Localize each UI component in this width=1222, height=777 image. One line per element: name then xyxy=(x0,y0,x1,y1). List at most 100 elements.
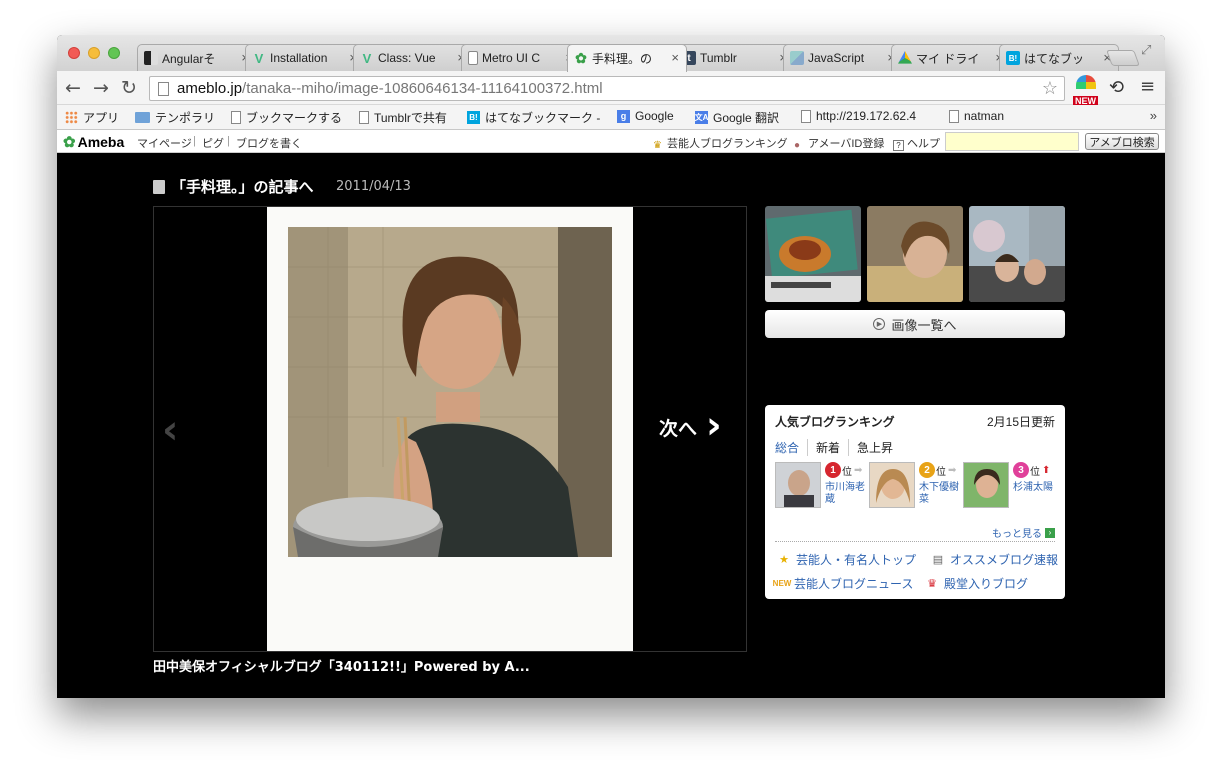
address-bar[interactable]: ameblo.jp/tanaka--miho/image-10860646134… xyxy=(149,76,1065,101)
drive-icon xyxy=(898,51,912,64)
woman-cooking-photo xyxy=(288,227,612,557)
tab-strip: Angularそ × V Installation × V Class: Vue… xyxy=(57,35,1165,72)
ranking-entry-2[interactable]: 2 位 ➡ 木下優樹菜 xyxy=(869,462,961,510)
divider xyxy=(775,541,1055,542)
image-viewer: ‹ 次へ › xyxy=(153,206,747,652)
close-icon[interactable]: × xyxy=(671,50,679,65)
translate-icon: 文A xyxy=(694,111,709,124)
tab-label: Class: Vue xyxy=(378,51,436,65)
bookmark-apps[interactable]: アプリ xyxy=(65,109,119,126)
next-arrow-icon[interactable]: › xyxy=(706,403,722,447)
bookmark-natman[interactable]: natman xyxy=(949,109,1004,123)
bookmark-ip-address[interactable]: http://219.172.62.4 xyxy=(801,109,916,123)
celebrity-top-link[interactable]: ★ 芸能人・有名人トップ xyxy=(777,551,916,568)
image-list-button[interactable]: ▶ 画像一覧へ xyxy=(765,310,1065,338)
previous-arrow-icon[interactable]: ‹ xyxy=(162,407,178,453)
tab-class-vue[interactable]: V Class: Vue × xyxy=(353,44,473,71)
bookmark-star-icon[interactable]: ☆ xyxy=(1042,78,1058,99)
zoom-window-button[interactable] xyxy=(108,47,120,59)
tab-javascript[interactable]: JavaScript × xyxy=(783,44,903,71)
fullscreen-icon[interactable]: ⤢ xyxy=(1141,43,1151,58)
ameba-logo[interactable]: ✿ Ameba xyxy=(63,133,124,151)
vue-icon: V xyxy=(362,50,372,66)
recommended-blog-link[interactable]: ▤ オススメブログ速報 xyxy=(931,551,1058,568)
trend-flat-icon: ➡ xyxy=(948,464,957,476)
help-label: ヘルプ xyxy=(907,138,940,150)
ameblo-search-button[interactable]: アメブロ検索 xyxy=(1085,133,1159,150)
bookmark-hatena[interactable]: B! はてなブックマーク - xyxy=(467,109,600,126)
folder-icon xyxy=(135,112,150,123)
main-photo[interactable] xyxy=(288,227,612,557)
tab-te-ryouri[interactable]: ✿ 手料理。の × xyxy=(567,44,687,72)
tab-my-drive[interactable]: マイ ドライ × xyxy=(891,44,1011,71)
bookmark-google-translate[interactable]: 文A Google 翻訳 xyxy=(695,109,779,126)
celebrity-ranking-link[interactable]: ♛ 芸能人ブログランキング xyxy=(653,135,788,151)
register-link[interactable]: ● アメーバID登録 xyxy=(794,135,884,151)
tab-overall[interactable]: 総合 xyxy=(775,439,809,456)
tab-label: JavaScript xyxy=(808,51,865,65)
mypage-link[interactable]: マイページ xyxy=(137,135,192,151)
ameba-logo-text: Ameba xyxy=(77,134,125,150)
tab-label: Angularそ xyxy=(162,51,216,66)
pigg-link[interactable]: ピグ xyxy=(202,135,224,151)
avatar xyxy=(963,462,1009,508)
star-icon: ★ xyxy=(779,554,789,566)
bookmark-tumblr-share[interactable]: Tumblrで共有 xyxy=(359,109,447,126)
next-label[interactable]: 次へ xyxy=(659,414,697,441)
thumbnail-3[interactable] xyxy=(969,206,1065,302)
thumbnail-1[interactable] xyxy=(765,206,861,302)
reload-icon[interactable]: ↻ xyxy=(121,77,137,99)
ranking-entry-3[interactable]: 3 位 ⬆ 杉浦太陽 xyxy=(963,462,1055,510)
trend-flat-icon: ➡ xyxy=(854,464,863,476)
article-date: 2011/04/13 xyxy=(336,179,411,194)
tab-rising[interactable]: 急上昇 xyxy=(857,439,901,456)
tab-label: マイ ドライ xyxy=(916,51,980,66)
separator: | xyxy=(227,135,230,147)
tab-installation[interactable]: V Installation × xyxy=(245,44,365,71)
minimize-window-button[interactable] xyxy=(88,47,100,59)
tab-angular[interactable]: Angularそ × xyxy=(137,44,257,71)
write-blog-link[interactable]: ブログを書く xyxy=(236,135,302,151)
new-extension-button[interactable]: NEW xyxy=(1073,75,1099,106)
google-icon: g xyxy=(617,109,630,123)
tab-hatena[interactable]: B! はてなブッ × xyxy=(999,44,1119,71)
page-icon xyxy=(801,109,811,123)
page-icon xyxy=(468,51,478,65)
new-tab-button[interactable] xyxy=(1106,50,1140,66)
link-label: 芸能人ブログニュース xyxy=(794,577,914,591)
hall-of-fame-link[interactable]: ♛ 殿堂入りブログ xyxy=(925,575,1028,592)
tab-metro-ui[interactable]: Metro UI C × xyxy=(461,44,581,71)
bookmark-bookmark-this[interactable]: ブックマークする xyxy=(231,109,342,126)
back-arrow-icon[interactable]: ← xyxy=(65,77,81,99)
celebrity-news-link[interactable]: NEW 芸能人ブログニュース xyxy=(773,575,914,592)
ranking-updated: 2月15日更新 xyxy=(986,415,1055,429)
ameblo-search-input[interactable] xyxy=(945,132,1079,151)
page-icon xyxy=(949,109,959,123)
bookmark-label: ブックマークする xyxy=(246,111,343,125)
page-icon xyxy=(158,81,169,96)
trend-up-icon: ⬆ xyxy=(1042,464,1051,476)
tab-tumblr[interactable]: t Tumblr × xyxy=(675,44,795,71)
bookmarks-overflow-icon[interactable]: » xyxy=(1150,108,1157,123)
tab-new[interactable]: 新着 xyxy=(816,439,850,456)
blogger-name: 木下優樹菜 xyxy=(919,482,959,505)
forward-arrow-icon[interactable]: → xyxy=(93,77,109,99)
close-window-button[interactable] xyxy=(68,47,80,59)
article-link[interactable]: 「手料理。」の記事へ xyxy=(153,176,314,197)
bookmark-google[interactable]: g Google xyxy=(617,109,674,123)
avatar xyxy=(775,462,821,508)
bookmark-label: natman xyxy=(964,109,1005,123)
tab-label: Installation xyxy=(270,51,328,65)
bookmark-folder-temporary[interactable]: テンポラリ xyxy=(135,109,215,126)
menu-icon[interactable]: ≡ xyxy=(1140,76,1155,97)
ameba-header-bar: ✿ Ameba マイページ | ピグ | ブログを書く ♛ 芸能人ブログランキング… xyxy=(57,130,1165,153)
ranking-entry-1[interactable]: 1 位 ➡ 市川海老蔵 xyxy=(775,462,867,510)
gauge-icon xyxy=(1076,75,1096,89)
more-link[interactable]: もっと見る › xyxy=(992,525,1055,540)
more-label: もっと見る xyxy=(992,529,1042,540)
sync-icon[interactable]: ⟲ xyxy=(1109,77,1124,98)
thumbnail-2[interactable] xyxy=(867,206,963,302)
help-link[interactable]: ? ヘルプ xyxy=(893,135,940,151)
crown-icon: ♛ xyxy=(653,140,662,151)
bookmark-label: はてなブックマーク - xyxy=(485,111,601,125)
